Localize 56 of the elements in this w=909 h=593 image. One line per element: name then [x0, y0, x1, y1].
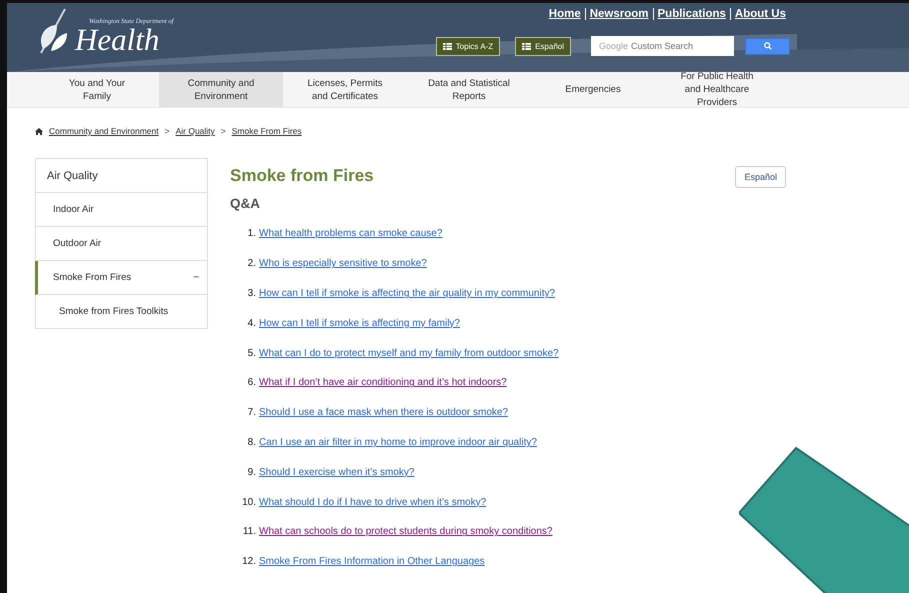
list-number: 12.: [241, 556, 257, 568]
question-link[interactable]: Should I use a face mask when there is outdoor smoke?: [259, 407, 508, 418]
list-number: 5.: [246, 348, 257, 359]
question-link[interactable]: What should I do if I have to drive when it’s smoky?: [259, 496, 486, 508]
question-link[interactable]: What health problems can smoke cause?: [259, 228, 442, 240]
nav-tab[interactable]: Data and Statistical Reports: [407, 72, 531, 107]
nav-tab[interactable]: Emergencies: [531, 72, 655, 107]
breadcrumb-separator: >: [164, 126, 170, 136]
logo-title: Health: [75, 25, 160, 55]
list-number: 7.: [246, 407, 257, 418]
header-button[interactable]: Topics A-Z: [436, 36, 500, 56]
top-link[interactable]: Home: [544, 8, 585, 20]
top-link[interactable]: About Us: [730, 8, 790, 20]
grid-icon: [442, 42, 452, 50]
sidebar-title[interactable]: Air Quality: [36, 159, 207, 193]
list-number: 2.: [246, 258, 257, 270]
breadcrumb-separator: >: [220, 126, 226, 136]
nav-tab[interactable]: Licenses, Permits and Certificates: [283, 72, 407, 107]
list-number: 4.: [246, 318, 257, 329]
page-title: Smoke from Fires: [230, 166, 374, 186]
header-button[interactable]: Español: [515, 36, 571, 56]
search-button[interactable]: [745, 38, 790, 54]
grid-icon: [522, 42, 532, 50]
list-number: 8.: [246, 436, 257, 448]
sidebar-item[interactable]: Outdoor Air: [35, 227, 207, 261]
list-number: 9.: [246, 466, 257, 478]
list-number: 1.: [246, 228, 257, 240]
question-link[interactable]: What if I don’t have air conditioning and it’s hot indoors?: [259, 377, 507, 388]
sidebar-item[interactable]: Indoor Air: [35, 193, 207, 227]
search-icon: [764, 42, 772, 50]
question-link[interactable]: Should I exercise when it’s smoky?: [259, 466, 414, 478]
home-icon: [35, 128, 43, 134]
list-number: 6.: [246, 377, 257, 388]
sidebar-item[interactable]: Smoke From Fires −: [35, 261, 207, 295]
question-link[interactable]: How can I tell if smoke is affecting the air quality in my community?: [259, 288, 556, 299]
question-link[interactable]: Who is especially sensitive to smoke?: [259, 258, 427, 270]
nav-tab[interactable]: For Public Health and Healthcare Providers: [655, 72, 779, 107]
list-number: 11.: [242, 526, 257, 538]
breadcrumb-link[interactable]: Air Quality: [176, 126, 215, 136]
question-link[interactable]: Can I use an air filter in my home to improve indoor air quality?: [259, 436, 537, 448]
list-number: 3.: [246, 288, 257, 299]
search-field[interactable]: Google Custom Search: [591, 36, 734, 56]
language-button[interactable]: Español: [735, 166, 786, 188]
nav-tab[interactable]: Community and Environment: [159, 72, 283, 107]
section-heading: Q&A: [230, 196, 261, 211]
top-link[interactable]: Newsroom: [584, 8, 653, 20]
top-link[interactable]: Publications: [652, 8, 730, 20]
list-number: 10.: [241, 496, 257, 508]
question-link[interactable]: How can I tell if smoke is affecting my family?: [259, 318, 460, 329]
sidebar-subitem[interactable]: Smoke from Fires Toolkits: [35, 295, 207, 328]
question-link[interactable]: What can I do to protect myself and my family from outdoor smoke?: [259, 348, 559, 359]
question-link[interactable]: Smoke From Fires Information in Other Languages: [259, 556, 485, 568]
breadcrumb-link[interactable]: Smoke From Fires: [232, 126, 302, 136]
question-link[interactable]: What can schools do to protect students during smoky conditions?: [259, 526, 552, 538]
breadcrumb-link[interactable]: Community and Environment: [49, 126, 159, 136]
nav-tab[interactable]: You and Your Family: [35, 72, 159, 107]
